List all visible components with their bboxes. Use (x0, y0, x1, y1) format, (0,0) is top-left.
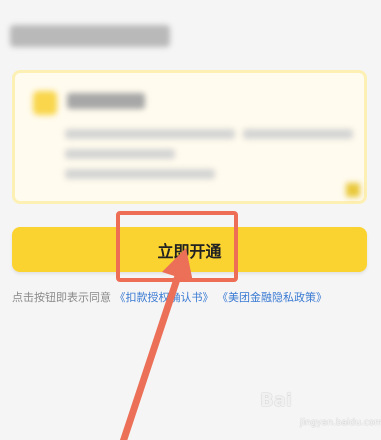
pointer-arrow-icon (119, 248, 193, 440)
watermark-url: jingyan.baidu.com (300, 418, 381, 428)
watermark-logo: Bai (260, 390, 293, 411)
